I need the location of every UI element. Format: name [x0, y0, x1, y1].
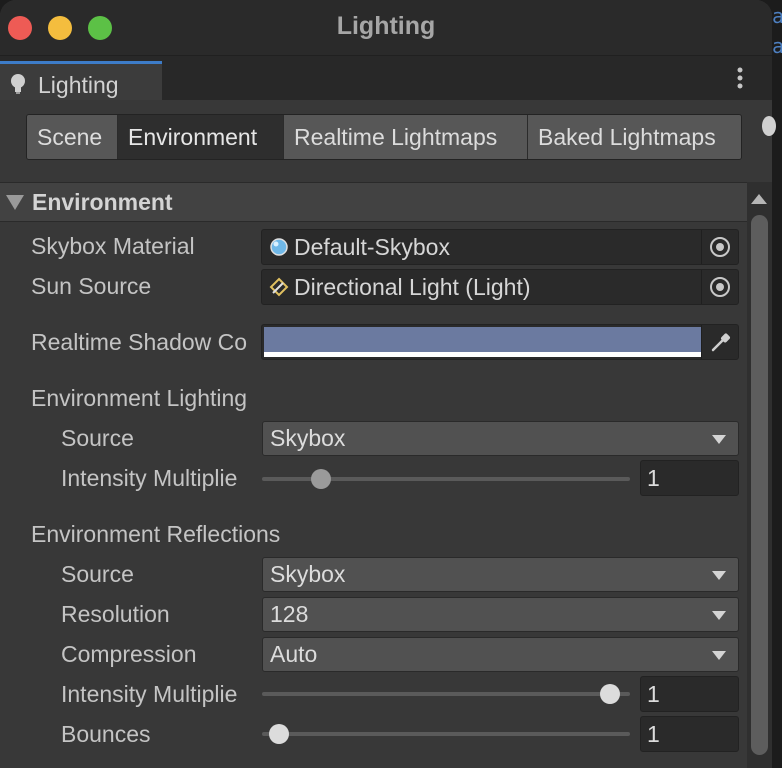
tab-scene[interactable]: Scene [27, 115, 118, 159]
partial-button [762, 116, 776, 136]
reflections-source-value: Skybox [270, 561, 346, 587]
compression-label: Compression [61, 641, 197, 667]
bounces-slider[interactable] [262, 724, 630, 744]
background-text-fragment: a [772, 4, 782, 34]
resolution-label: Resolution [61, 601, 170, 627]
tab-realtime-lightmaps[interactable]: Realtime Lightmaps [284, 115, 528, 159]
tab-environment[interactable]: Environment [118, 115, 284, 159]
reflections-source-dropdown[interactable]: Skybox [262, 557, 739, 592]
alpha-bar [264, 352, 702, 357]
kebab-menu-icon[interactable] [728, 66, 752, 90]
reflections-intensity-slider[interactable] [262, 684, 630, 704]
foldout-arrow-icon[interactable] [6, 195, 24, 210]
title-bar: Lighting [0, 0, 772, 56]
scroll-thumb[interactable] [751, 215, 768, 755]
eyedropper-icon [711, 333, 730, 352]
reflections-intensity-value: 1 [647, 681, 660, 707]
material-sphere-icon [270, 238, 288, 256]
chevron-down-icon [712, 435, 726, 444]
reflections-source-label: Source [61, 561, 134, 587]
tab-label: Lighting [38, 72, 119, 98]
bounces-value: 1 [647, 721, 660, 747]
compression-dropdown[interactable]: Auto [262, 637, 739, 672]
eyedropper-button[interactable] [701, 325, 738, 359]
background-text-fragment: a [772, 34, 782, 64]
lighting-intensity-value: 1 [647, 465, 660, 491]
realtime-shadow-color-field[interactable] [261, 324, 739, 360]
object-picker-button[interactable] [701, 270, 738, 304]
realtime-shadow-color-label: Realtime Shadow Co [31, 329, 248, 355]
tab-baked-lightmaps[interactable]: Baked Lightmaps [528, 115, 741, 159]
slider-knob[interactable] [269, 724, 289, 744]
resolution-value: 128 [270, 601, 309, 627]
lighting-intensity-label: Intensity Multiplie [61, 465, 238, 491]
chevron-down-icon [712, 611, 726, 620]
window-title: Lighting [336, 12, 436, 40]
chevron-down-icon [712, 571, 726, 580]
compression-value: Auto [270, 641, 318, 667]
environment-reflections-header: Environment Reflections [31, 521, 281, 547]
reflections-intensity-input[interactable]: 1 [640, 676, 739, 712]
lighting-source-dropdown[interactable]: Skybox [262, 421, 739, 456]
color-swatch[interactable] [264, 327, 702, 352]
vertical-scrollbar[interactable] [747, 182, 772, 768]
bounces-input[interactable]: 1 [640, 716, 739, 752]
tab-lighting[interactable]: Lighting [0, 61, 162, 100]
scroll-up-arrow-icon[interactable] [751, 194, 767, 204]
chevron-down-icon [712, 651, 726, 660]
slider-knob[interactable] [600, 684, 620, 704]
section-title: Environment [32, 189, 173, 215]
lighting-intensity-input[interactable]: 1 [640, 460, 739, 496]
reflections-intensity-label: Intensity Multiplie [61, 681, 238, 707]
lighting-source-value: Skybox [270, 425, 346, 451]
skybox-material-field[interactable]: Default-Skybox [261, 229, 739, 265]
tab-strip: Lighting [0, 56, 772, 100]
lighting-intensity-slider[interactable] [262, 469, 630, 489]
object-picker-button[interactable] [701, 230, 738, 264]
environment-foldout[interactable]: Environment [0, 182, 747, 222]
bounces-label: Bounces [61, 721, 151, 747]
resolution-dropdown[interactable]: 128 [262, 597, 739, 632]
light-icon [269, 277, 289, 297]
lighting-window: Lighting Lighting Scene Environment Real… [0, 0, 772, 768]
skybox-material-label: Skybox Material [31, 233, 195, 259]
sun-source-label: Sun Source [31, 273, 152, 299]
sun-source-value: Directional Light (Light) [294, 274, 531, 300]
sun-source-field[interactable]: Directional Light (Light) [261, 269, 739, 305]
lightbulb-icon [11, 74, 25, 94]
environment-lighting-header: Environment Lighting [31, 385, 248, 411]
slider-knob[interactable] [311, 469, 331, 489]
lighting-mode-toolbar: Scene Environment Realtime Lightmaps Bak… [26, 114, 742, 160]
lighting-source-label: Source [61, 425, 134, 451]
skybox-material-value: Default-Skybox [294, 234, 450, 260]
